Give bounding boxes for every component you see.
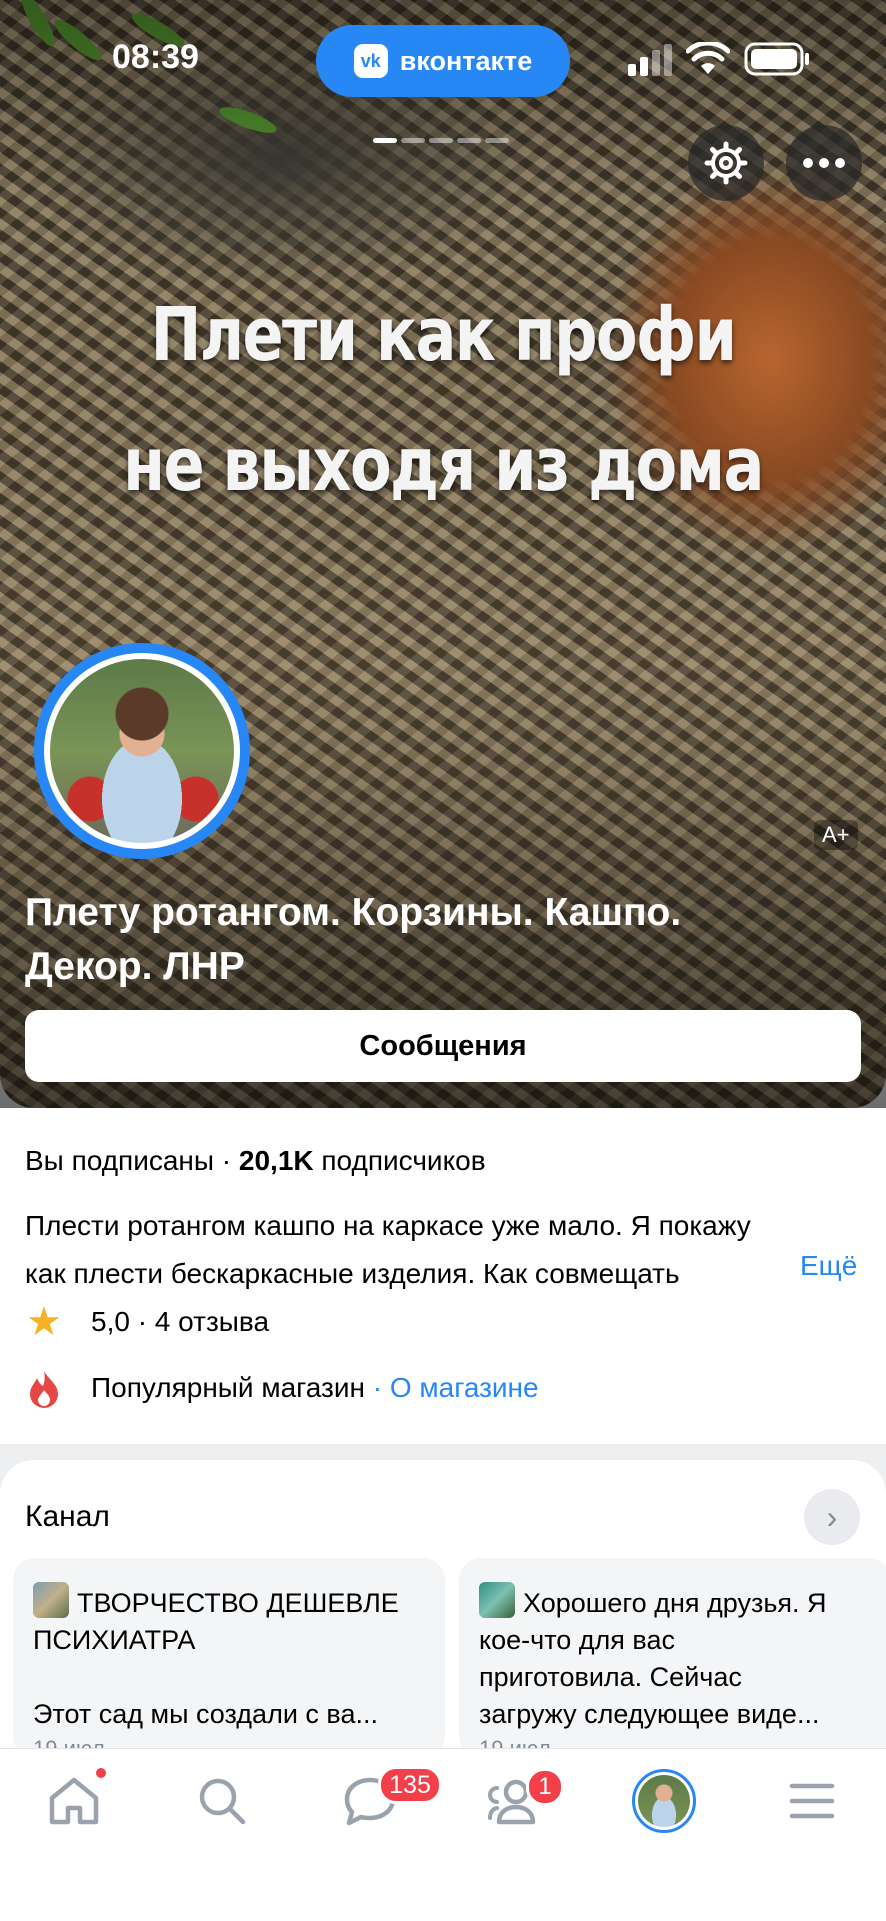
fire-icon (30, 1371, 58, 1408)
vk-logo-icon: vk (353, 44, 388, 78)
home-notification-dot (96, 1768, 106, 1778)
channel-open-button[interactable]: › (804, 1489, 860, 1545)
status-time: 08:39 (112, 38, 199, 76)
post-text: ТВОРЧЕСТВО ДЕШЕВЛЕ ПСИХИАТРА Этот сад мы… (33, 1582, 427, 1733)
post-text-line: ТВОРЧЕСТВО ДЕШЕВЛЕ (77, 1588, 399, 1618)
post-text-line: кое-что для вас (479, 1625, 675, 1655)
battery-icon (744, 42, 809, 76)
more-options-button[interactable] (786, 125, 862, 201)
subscribers-count: 20,1K (238, 1145, 314, 1176)
channel-post[interactable]: ТВОРЧЕСТВО ДЕШЕВЛЕ ПСИХИАТРА Этот сад мы… (13, 1558, 445, 1758)
more-horizontal-icon (803, 158, 845, 168)
post-thumbnail (33, 1582, 69, 1618)
group-description: Плести ротангом кашпо на каркасе уже мал… (25, 1202, 845, 1298)
rating-reviews[interactable]: 5,0 · 4 отзыва (91, 1306, 269, 1338)
messages-badge: 135 (378, 1766, 442, 1804)
subscription-status[interactable]: Вы подписаны · 20,1K подписчиков (25, 1145, 486, 1177)
hamburger-menu-icon (789, 1783, 835, 1819)
post-text-line: Хорошего дня друзья. Я (523, 1588, 827, 1618)
search-icon (199, 1778, 246, 1825)
subscribers-label: подписчиков (313, 1145, 486, 1176)
profile-avatar (638, 1775, 690, 1827)
cover-page-indicator (429, 138, 453, 143)
popular-shop[interactable]: Популярный магазин · О магазине (91, 1372, 539, 1404)
star-icon: ★ (26, 1300, 62, 1344)
settings-button[interactable] (688, 125, 764, 201)
cover-page-indicator-active (373, 138, 397, 143)
tab-search[interactable] (162, 1768, 282, 1834)
show-more-link[interactable]: Ещё (800, 1250, 857, 1282)
tab-profile[interactable] (604, 1768, 724, 1834)
channel-post[interactable]: Хорошего дня друзья. Я кое-что для вас п… (459, 1558, 886, 1758)
subscribed-label: Вы подписаны · (25, 1145, 239, 1176)
profile-avatar-ring (632, 1769, 696, 1833)
vk-app-label: вконтакте (399, 45, 533, 76)
tab-home[interactable] (14, 1768, 134, 1834)
description-line: как плести бескаркасные изделия. Как сов… (25, 1258, 680, 1289)
post-text-line: загружу следующее виде... (479, 1699, 820, 1729)
group-title-line: Плету ротангом. Корзины. Кашпо. (25, 891, 682, 934)
post-text: Хорошего дня друзья. Я кое-что для вас п… (479, 1582, 873, 1733)
post-text-line: ПСИХИАТРА (33, 1625, 196, 1655)
wifi-icon (686, 42, 730, 74)
about-shop-link[interactable]: · О магазине (365, 1372, 539, 1403)
post-text-line (33, 1659, 427, 1696)
friends-badge: 1 (526, 1768, 564, 1806)
vk-app-pill[interactable]: vk вконтакте (316, 25, 570, 97)
cover-headline: Плети как профи не выходя из дома (80, 270, 807, 530)
post-thumbnail (479, 1582, 515, 1618)
cover-page-indicator (401, 138, 425, 143)
tab-menu[interactable] (752, 1768, 872, 1834)
cover-headline-line: Плети как профи (150, 292, 737, 378)
shop-label: Популярный магазин (91, 1372, 365, 1403)
cover-page-indicator (485, 138, 509, 143)
cover-headline-line: не выходя из дома (123, 422, 764, 508)
home-icon (49, 1777, 99, 1825)
chevron-right-icon: › (826, 1498, 838, 1535)
messages-button[interactable]: Сообщения (25, 1010, 861, 1082)
text-size-button[interactable]: A+ (814, 820, 858, 850)
cellular-signal-icon (628, 44, 672, 76)
cover-page-indicator (457, 138, 481, 143)
description-fade (730, 1252, 800, 1300)
channel-title: Канал (25, 1500, 110, 1533)
post-text-line: приготовила. Сейчас (479, 1662, 742, 1692)
post-text-line: Этот сад мы создали с ва... (33, 1699, 378, 1729)
avatar[interactable] (50, 659, 234, 843)
description-line: Плести ротангом кашпо на каркасе уже мал… (25, 1210, 751, 1241)
group-title: Плету ротангом. Корзины. Кашпо. Декор. Л… (25, 886, 865, 994)
gear-icon (704, 141, 748, 185)
group-title-line: Декор. ЛНР (25, 945, 245, 988)
